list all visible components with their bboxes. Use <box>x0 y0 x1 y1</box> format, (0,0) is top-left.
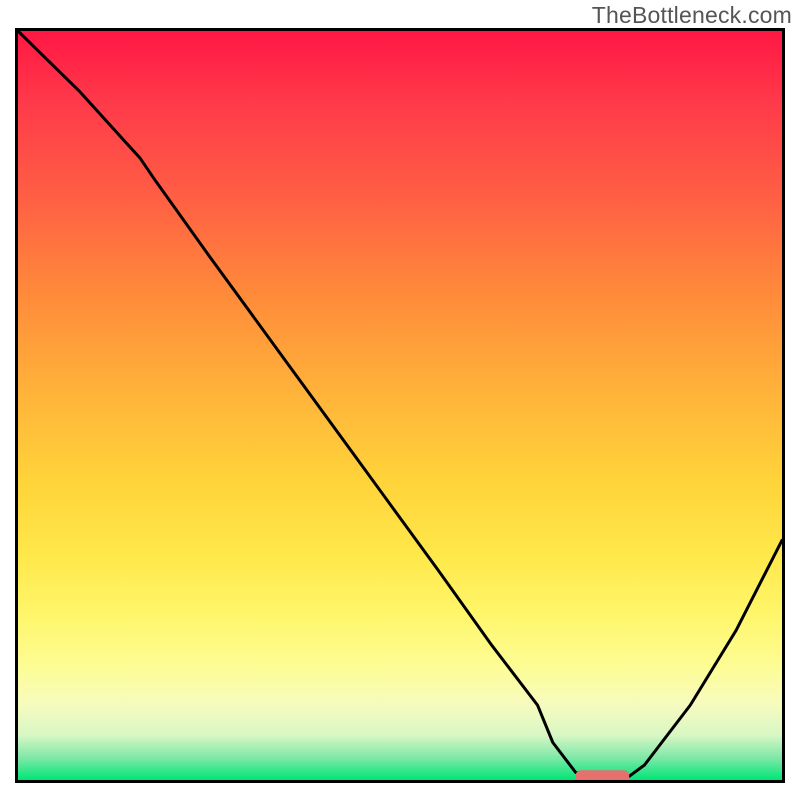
chart-frame: TheBottleneck.com <box>0 0 800 800</box>
curve-layer <box>18 31 782 780</box>
bottleneck-curve <box>18 31 782 776</box>
watermark-text: TheBottleneck.com <box>592 2 792 29</box>
optimal-marker <box>576 770 630 780</box>
plot-area <box>15 28 785 783</box>
